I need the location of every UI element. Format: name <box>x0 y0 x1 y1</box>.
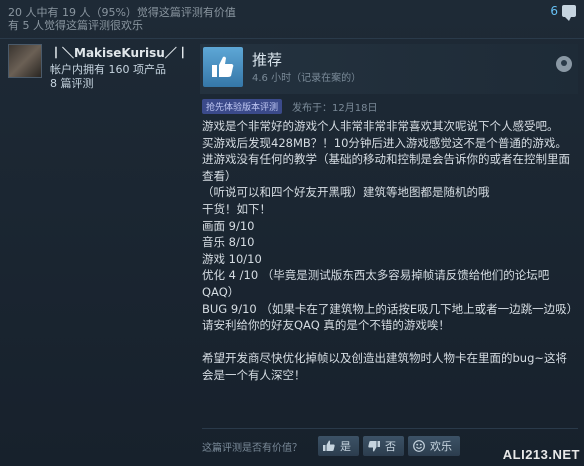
review-line: BUG 9/10 （如果卡在了建筑物上的话按E吸几下地上或者一边跳一边吸） <box>202 301 579 316</box>
review-verdict-box: 推荐 4.6 小时（记录在案的） <box>200 44 578 94</box>
author-name[interactable]: 丨＼MakiseKurisu／丨 <box>50 44 189 61</box>
review-line: （听说可以和四个好友开黑哦）建筑等地图都是随机的哦 <box>202 185 490 200</box>
vote-no-button[interactable]: 否 <box>363 436 404 456</box>
watermark: ALI213.NET <box>502 447 580 462</box>
posted-date: 发布于：12月18日 <box>292 102 378 114</box>
thumbs-down-icon <box>367 439 381 453</box>
vote-funny-label: 欢乐 <box>430 440 452 453</box>
helpful-summary: 20 人中有 19 人（95%）觉得这篇评测有价值 有 5 人觉得这篇评测很欢乐 <box>8 6 576 40</box>
review-line: 游戏 10/10 <box>202 251 262 266</box>
review-line: 优化 4 /10 （毕竟是测试版东西太多容易掉帧请反馈给他们的论坛吧QAQ） <box>202 268 550 299</box>
vote-no-label: 否 <box>385 440 396 453</box>
review-line: 游戏是个非常好的游戏个人非常非常非常喜欢其次呢说下个人感受吧。 <box>202 119 559 133</box>
early-access-badge: 抢先体验版本评测 <box>202 98 283 114</box>
review-line: 进游戏没有任何的教学（基础的移动和控制是会告诉你的或者在控制里面查看） <box>202 152 570 183</box>
vote-funny-button[interactable]: 欢乐 <box>408 436 460 456</box>
vote-divider <box>202 428 578 429</box>
review-panel: 20 人中有 19 人（95%）觉得这篇评测有价值 有 5 人觉得这篇评测很欢乐… <box>0 0 584 466</box>
comment-count-value: 6 <box>550 4 558 18</box>
vote-controls: 这篇评测是否有价值？ 是 否 欢乐 <box>202 435 460 457</box>
review-body: 游戏是个非常好的游戏个人非常非常非常喜欢其次呢说下个人感受吧。 买游戏后发现42… <box>202 118 578 384</box>
vote-yes-label: 是 <box>340 440 351 453</box>
review-line: 音乐 8/10 <box>202 235 255 250</box>
avatar[interactable] <box>8 44 42 78</box>
comment-icon <box>562 5 576 21</box>
review-meta: 抢先体验版本评测 发布于：12月18日 <box>202 98 378 114</box>
thumbs-up-icon <box>322 439 336 453</box>
comment-count-link[interactable]: 6 <box>550 4 576 21</box>
author-block: 丨＼MakiseKurisu／丨 帐户内拥有 160 项产品 8 篇评测 <box>8 44 198 94</box>
steam-icon <box>556 56 572 72</box>
review-line: 干货！如下！ <box>202 201 271 216</box>
vote-question: 这篇评测是否有价值？ <box>202 442 302 454</box>
review-line: 买游戏后发现428MB？！10分钟后进入游戏感觉这不是个普通的游戏。 <box>202 135 567 150</box>
helpful-count-text: 20 人中有 19 人（95%）觉得这篇评测有价值 <box>8 6 236 19</box>
thumbs-up-icon <box>203 47 243 87</box>
funny-count-text: 有 5 人觉得这篇评测很欢乐 <box>8 19 143 32</box>
review-closing: 希望开发商尽快优化掉帧以及创造出建筑物时人物卡在里面的bug~这将会是一个有人深… <box>202 351 568 382</box>
smiley-icon <box>412 439 426 453</box>
hours-played: 4.6 小时（记录在案的） <box>252 73 362 84</box>
review-line: 请安利给你的好友QAQ 真的是个不错的游戏唉！ <box>202 318 450 333</box>
verdict-label: 推荐 <box>252 51 283 69</box>
review-line: 画面 9/10 <box>202 218 255 233</box>
vote-yes-button[interactable]: 是 <box>318 436 359 456</box>
author-reviews[interactable]: 8 篇评测 <box>50 75 94 91</box>
header-divider <box>0 38 584 39</box>
